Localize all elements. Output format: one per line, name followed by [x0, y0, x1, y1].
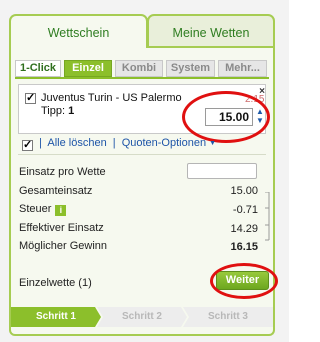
- panel-divider: [148, 46, 275, 48]
- tip-label: Tipp:: [41, 105, 66, 117]
- bet-type-summary: Einzelwette (1): [19, 277, 92, 289]
- bet-type-tabs: 1-Click Einzel Kombi System Mehr...: [15, 60, 269, 78]
- highlight-circle-odds: [182, 91, 270, 143]
- step-3: Schritt 3: [183, 307, 273, 327]
- subtab-system[interactable]: System: [166, 60, 215, 77]
- info-icon[interactable]: i: [55, 205, 67, 216]
- subtab-kombi[interactable]: Kombi: [115, 60, 163, 77]
- bet-checkbox[interactable]: ✓: [25, 93, 36, 104]
- step-1: Schritt 1: [11, 307, 101, 327]
- match-name: Juventus Turin - US Palermo: [41, 92, 182, 104]
- tab-meine-wetten[interactable]: Meine Wetten: [147, 14, 275, 48]
- bet-actions: ✓ | Alle löschen | Quoten-Optionen ▼: [22, 137, 216, 151]
- step-progress: Schritt 1 Schritt 2 Schritt 3: [11, 307, 273, 327]
- tax-row: Steuer i: [19, 203, 67, 216]
- close-icon[interactable]: ×: [257, 87, 267, 97]
- separator: |: [39, 137, 42, 149]
- chevron-down-icon[interactable]: ▼: [209, 140, 216, 147]
- possible-win-label: Möglicher Gewinn: [19, 240, 108, 252]
- select-all-checkbox[interactable]: ✓: [22, 140, 33, 151]
- tax-value: -0.71: [232, 204, 258, 216]
- total-stake-value: 15.00: [230, 185, 258, 197]
- effective-stake-label: Effektiver Einsatz: [19, 222, 104, 234]
- subtab-einzel[interactable]: Einzel: [64, 60, 112, 77]
- subtab-1-click[interactable]: 1-Click: [15, 60, 61, 77]
- subtabs-underline: [15, 77, 269, 79]
- stake-label: Einsatz pro Wette: [19, 166, 106, 178]
- delete-all-link[interactable]: Alle löschen: [47, 137, 106, 149]
- step-2: Schritt 2: [97, 307, 187, 327]
- possible-win-value: 16.15: [230, 241, 258, 253]
- total-stake-label: Gesamteinsatz: [19, 185, 93, 197]
- tab-wettschein[interactable]: Wettschein: [9, 14, 148, 48]
- subtab-mehr[interactable]: Mehr...: [218, 60, 267, 77]
- tip-value: 1: [68, 105, 75, 117]
- tip-line: Tipp: 1: [41, 105, 74, 117]
- divider: [18, 154, 266, 155]
- tax-label: Steuer: [19, 203, 52, 215]
- stake-input[interactable]: [187, 163, 257, 179]
- highlight-circle-continue: [210, 263, 278, 299]
- separator: |: [112, 137, 116, 149]
- odds-options-link[interactable]: Quoten-Optionen: [122, 137, 206, 149]
- effective-stake-value: 14.29: [230, 223, 258, 235]
- calc-bracket: [265, 192, 270, 241]
